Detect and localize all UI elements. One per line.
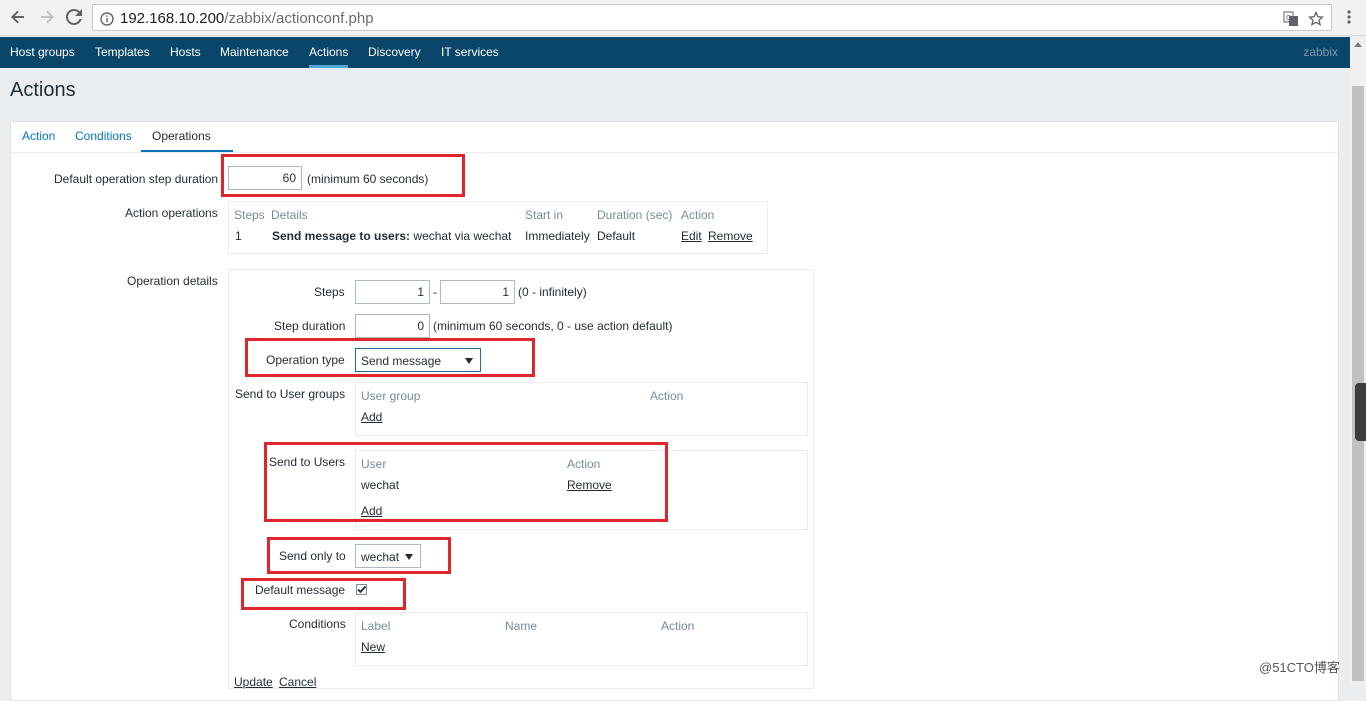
info-icon[interactable] (98, 10, 116, 28)
tab-operations[interactable]: Operations (152, 129, 211, 143)
url-path: /zabbix/actionconf.php (224, 10, 374, 27)
operation-type-label: Operation type (266, 353, 345, 367)
op-step-duration-input[interactable]: 0 (355, 314, 430, 338)
ops-header-details: Details (271, 208, 308, 222)
back-icon[interactable] (7, 6, 29, 28)
steps-to-input[interactable]: 1 (440, 280, 515, 304)
users-label: Send to Users (269, 455, 346, 469)
tab-action[interactable]: Action (22, 129, 55, 143)
ops-row-details-rest: wechat via wechat (410, 229, 512, 243)
nav-actions[interactable]: Actions (309, 45, 349, 68)
user-groups-add-link[interactable]: Add (361, 410, 382, 424)
star-icon[interactable] (1307, 10, 1325, 28)
more-menu-icon[interactable] (1338, 6, 1360, 28)
address-bar[interactable]: 192.168.10.200/zabbix/actionconf.php G (92, 4, 1332, 31)
cancel-link[interactable]: Cancel (279, 675, 316, 689)
watermark: @51CTO博客 (1259, 660, 1340, 675)
nav-discovery[interactable]: Discovery (368, 45, 421, 59)
ops-row-details: Send message to users: wechat via wechat (272, 229, 511, 243)
user-groups-label: Send to User groups (235, 387, 346, 401)
ops-header-start-in: Start in (525, 208, 564, 222)
conditions-label: Conditions (289, 617, 346, 631)
url-text: 192.168.10.200/zabbix/actionconf.php (120, 10, 374, 27)
action-operations-label: Action operations (125, 206, 218, 220)
user-groups-header-action: Action (650, 389, 684, 403)
step-duration-input[interactable]: 60 (228, 166, 302, 190)
nav-hosts[interactable]: Hosts (170, 45, 201, 59)
steps-hint: (0 - infinitely) (518, 285, 587, 299)
default-message-label: Default message (255, 583, 346, 597)
side-widget[interactable] (1355, 383, 1366, 441)
op-step-duration-label: Step duration (274, 319, 346, 333)
chevron-down-icon (405, 554, 413, 560)
operation-type-select[interactable]: Send message (355, 348, 481, 372)
steps-separator: - (433, 285, 437, 299)
steps-label: Steps (314, 285, 345, 299)
step-duration-label: Default operation step duration (54, 172, 219, 186)
send-only-to-value: wechat (361, 550, 400, 564)
send-only-to-label: Send only to (279, 549, 346, 563)
operation-details-label: Operation details (127, 274, 218, 288)
ops-row-details-bold: Send message to users: (272, 229, 411, 243)
user-groups-header-group: User group (361, 389, 421, 403)
checkmark-icon (357, 585, 367, 594)
svg-text:G: G (1286, 14, 1291, 22)
default-message-checkbox[interactable] (356, 584, 367, 595)
ops-edit-link[interactable]: Edit (681, 229, 702, 243)
ops-header-duration: Duration (sec) (597, 208, 673, 222)
ops-row-start-in: Immediately (525, 229, 590, 243)
ops-header-action: Action (681, 208, 715, 222)
conditions-header-name: Name (505, 619, 538, 633)
user-groups-table (355, 382, 808, 436)
nav-maintenance[interactable]: Maintenance (220, 45, 289, 59)
ops-row-steps: 1 (235, 229, 242, 243)
main-navigation: Host groups Templates Hosts Maintenance … (0, 37, 1350, 68)
users-remove-link[interactable]: Remove (567, 478, 612, 492)
page-title: Actions (10, 79, 76, 101)
translate-icon[interactable]: G (1282, 10, 1300, 28)
url-domain: 192.168.10.200 (120, 10, 225, 27)
steps-from-input[interactable]: 1 (355, 280, 430, 304)
step-duration-hint: (minimum 60 seconds) (307, 172, 429, 186)
users-add-link[interactable]: Add (361, 504, 382, 518)
browser-toolbar: 192.168.10.200/zabbix/actionconf.php G (0, 0, 1366, 36)
nav-templates[interactable]: Templates (95, 45, 150, 59)
scroll-up-icon[interactable] (1354, 42, 1362, 47)
users-row-user: wechat (361, 478, 400, 492)
conditions-header-action: Action (661, 619, 695, 633)
brand-logo: zabbix (1303, 45, 1338, 59)
update-link[interactable]: Update (234, 675, 273, 689)
nav-host-groups[interactable]: Host groups (10, 45, 75, 59)
forward-icon[interactable] (36, 6, 58, 28)
send-only-to-select[interactable]: wechat (355, 544, 421, 568)
tab-conditions[interactable]: Conditions (75, 129, 132, 143)
ops-remove-link[interactable]: Remove (708, 229, 753, 243)
reload-icon[interactable] (63, 6, 85, 28)
tab-bar: Action Conditions Operations (11, 122, 1338, 153)
conditions-new-link[interactable]: New (361, 640, 385, 654)
op-step-duration-hint: (minimum 60 seconds, 0 - use action defa… (433, 319, 673, 333)
conditions-table (355, 612, 808, 666)
ops-row-duration: Default (597, 229, 636, 243)
ops-header-steps: Steps (234, 208, 265, 222)
users-header-user: User (361, 457, 387, 471)
conditions-header-label: Label (361, 619, 391, 633)
chevron-down-icon (465, 358, 473, 364)
operation-type-value: Send message (361, 354, 442, 368)
nav-it-services[interactable]: IT services (441, 45, 499, 59)
active-tab-indicator (141, 150, 233, 152)
users-header-action: Action (567, 457, 601, 471)
